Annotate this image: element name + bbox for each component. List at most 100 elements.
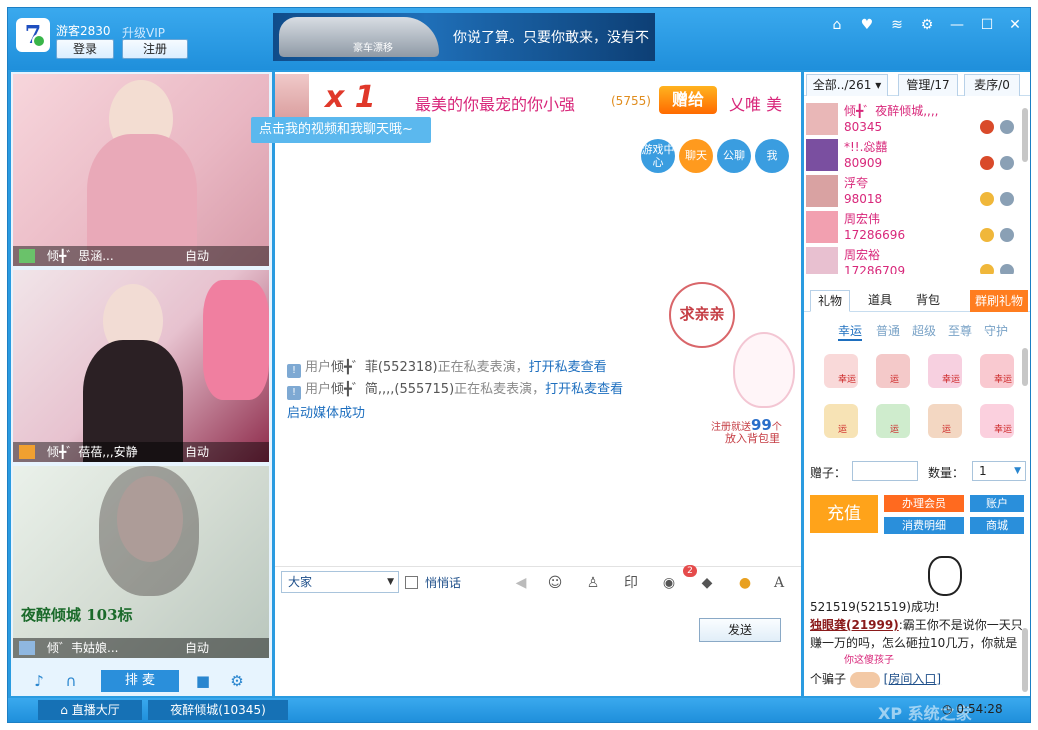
spending-detail-button[interactable]: 消费明细: [884, 517, 964, 534]
maximize-icon[interactable]: ☐: [976, 14, 998, 36]
settings-gear-icon[interactable]: ⚙: [227, 671, 247, 691]
gift-sender: 最美的你最宠的你小强: [415, 95, 576, 114]
room-entry-link[interactable]: [房间入口]: [884, 672, 941, 686]
seal-icon[interactable]: 印: [621, 573, 641, 593]
gift-subtab-normal[interactable]: 普通: [876, 322, 900, 339]
user-list-item[interactable]: 周宏伟 17286696: [806, 210, 1016, 246]
gift-subtab-guard[interactable]: 守护: [984, 322, 1008, 339]
live-lobby-button[interactable]: ⌂ 直播大厅: [38, 700, 142, 720]
gift-item-doll[interactable]: 运: [928, 404, 962, 438]
user-list-scrollbar[interactable]: [1022, 108, 1028, 162]
gift-subtab-super[interactable]: 超级: [912, 322, 936, 339]
gift-recipient-label: 赠子：: [810, 466, 847, 480]
ad-banner[interactable]: 豪车漂移 你说了算。只要你敢来，没有不: [273, 13, 655, 61]
gift-subtab-supreme[interactable]: 至尊: [948, 322, 972, 339]
favorite-heart-icon[interactable]: ♥: [856, 14, 878, 36]
video-tile-2[interactable]: 倾╋゛蓓蓓,,,安静 自动: [13, 270, 269, 462]
system-message: ! 用户倾╋゛菲(552318)正在私麦表演，打开私麦查看: [287, 356, 607, 378]
gift-quantity-select[interactable]: 1 ▼: [972, 461, 1026, 481]
gift-scrollbar[interactable]: [1022, 348, 1028, 386]
tab-mic-queue[interactable]: 麦序/0: [964, 74, 1020, 96]
microphone-icon[interactable]: ♪: [29, 671, 49, 691]
room-logo-overlay: 夜醉倾城 103标: [21, 606, 133, 624]
gift-item-lucky-ticket[interactable]: 幸运: [928, 354, 962, 388]
tab-props[interactable]: 道具: [860, 290, 900, 312]
chevron-down-icon: ▼: [1014, 466, 1021, 476]
title-bar: 7 游客2830 升级VIP 登录 注册 豪车漂移 你说了算。只要你敢来，没有不…: [8, 8, 1030, 70]
message-user[interactable]: 倾╋゛简,,,,(555715): [331, 382, 454, 397]
video-chat-tooltip: 点击我的视频和我聊天哦~: [251, 117, 431, 143]
gift-item-rose[interactable]: 运: [876, 354, 910, 388]
avatar: [806, 211, 838, 243]
gift-count: x 1: [325, 80, 376, 115]
register-promo[interactable]: 求亲亲 注册就送99个 放入背包里: [669, 282, 799, 462]
cube-icon[interactable]: ◆: [697, 573, 717, 593]
crown-badge-icon: [980, 156, 994, 170]
feed-scrollbar[interactable]: [1022, 628, 1028, 692]
egg-mascot: [733, 332, 795, 408]
register-button[interactable]: 注册: [122, 39, 188, 59]
whisper-checkbox[interactable]: [405, 576, 418, 589]
login-button[interactable]: 登录: [56, 39, 114, 59]
tab-admins[interactable]: 管理/17: [898, 74, 958, 96]
tab-gifts[interactable]: 礼物: [810, 290, 850, 312]
user-id: 17286709: [844, 264, 906, 274]
tab-me[interactable]: 我: [755, 139, 789, 173]
gift-item-lucky-balloon[interactable]: 幸运: [824, 354, 858, 388]
fruit-gift-icon[interactable]: ●: [735, 573, 755, 593]
tab-chat[interactable]: 聊天: [679, 139, 713, 173]
user-list-item[interactable]: 倾╋゛夜醉倾城,,,, 80345: [806, 102, 1016, 138]
user-name: 周宏裕: [844, 248, 881, 262]
user-id: 80345: [844, 120, 883, 134]
user-list-item[interactable]: 周宏裕 17286709: [806, 246, 1016, 274]
wifi-icon[interactable]: ≋: [886, 14, 908, 36]
user-list-item[interactable]: *!!.惢囍 80909: [806, 138, 1016, 174]
shop-button[interactable]: 商城: [970, 517, 1024, 534]
gift-recipient-input[interactable]: [852, 461, 918, 481]
tab-backpack[interactable]: 背包: [908, 290, 948, 312]
recharge-button[interactable]: 充值: [810, 495, 878, 533]
user-stamp-icon[interactable]: ♙: [583, 573, 603, 593]
tab-all-users[interactable]: 全部../261 ▾: [806, 74, 888, 96]
notice-icon: !: [287, 364, 301, 378]
notice-icon: !: [287, 386, 301, 400]
user-list-item[interactable]: 浮夸 98018: [806, 174, 1016, 210]
gift-tag: 幸运: [994, 425, 1013, 435]
gift-action-label: 赠给: [659, 86, 717, 114]
feed-user[interactable]: 独眼龚(21999): [810, 618, 899, 632]
settings-gear-icon[interactable]: ⚙: [916, 14, 938, 36]
close-icon[interactable]: ✕: [1004, 14, 1026, 36]
account-button[interactable]: 账户: [970, 495, 1024, 512]
camera-icon[interactable]: ■: [193, 671, 213, 691]
open-private-mic-link[interactable]: 打开私麦查看: [529, 360, 607, 375]
headphones-icon[interactable]: ∩: [61, 671, 81, 691]
vip-member-button[interactable]: 办理会员: [884, 495, 964, 512]
room-tab[interactable]: 夜醉倾城(10345): [148, 700, 288, 720]
camera-user-icon[interactable]: ◉: [659, 573, 679, 593]
gift-item-beer[interactable]: 运: [824, 404, 858, 438]
video-tile-3[interactable]: 夜醉倾城 103标 倾゛韦姑娘... 自动: [13, 466, 269, 658]
tab-public-chat[interactable]: 公聊: [717, 139, 751, 173]
open-private-mic-link[interactable]: 打开私麦查看: [545, 382, 623, 397]
video-tile-1[interactable]: 倾╋゛思涵... 自动: [13, 74, 269, 266]
queue-mic-button[interactable]: 排 麦: [101, 670, 179, 692]
emoji-icon[interactable]: ☺: [545, 573, 565, 593]
chat-target-select[interactable]: 大家 ▼: [281, 571, 399, 593]
crown-badge-icon: [980, 192, 994, 206]
font-icon[interactable]: A: [769, 573, 789, 593]
volume-icon[interactable]: ◀: [511, 573, 531, 593]
minimize-icon[interactable]: —: [946, 14, 968, 36]
video-info-bar: 倾╋゛蓓蓓,,,安静 自动: [13, 442, 269, 462]
chat-panel: x 1 最美的你最宠的你小强 (5755) 赠给 乂唯 美 点击我的视频和我聊天…: [251, 72, 801, 696]
gift-item-heart[interactable]: 幸运: [980, 404, 1014, 438]
avatar: [849, 671, 880, 688]
skin-icon[interactable]: ⌂: [826, 14, 848, 36]
message-user[interactable]: 倾╋゛菲(552318): [331, 360, 438, 375]
app-logo: 7: [16, 18, 50, 52]
gift-item-kiss[interactable]: 幸运: [980, 354, 1014, 388]
gift-subtab-lucky[interactable]: 幸运: [838, 322, 863, 341]
gift-item-clover[interactable]: 运: [876, 404, 910, 438]
send-button[interactable]: 发送: [699, 618, 781, 642]
tab-game-center[interactable]: 游戏中心: [641, 139, 675, 173]
broadcast-gift-button[interactable]: 群刷礼物: [970, 290, 1028, 312]
